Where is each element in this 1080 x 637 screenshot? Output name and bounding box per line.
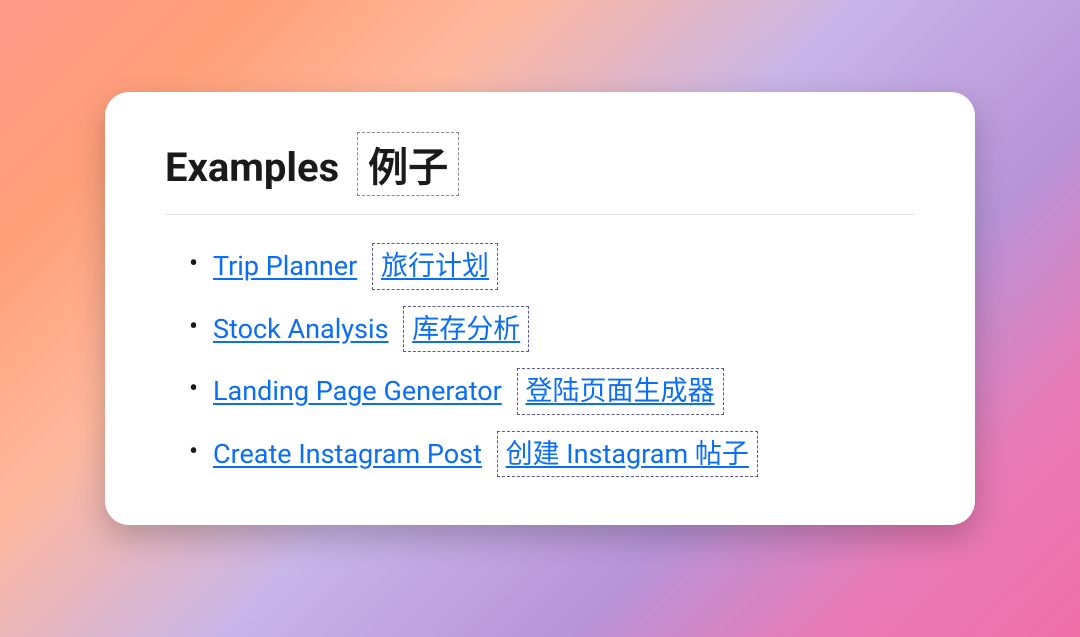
landing-page-generator-link[interactable]: Landing Page Generator — [213, 375, 502, 407]
examples-card: Examples 例子 Trip Planner 旅行计划 Stock Anal… — [105, 92, 975, 525]
trip-planner-translation: 旅行计划 — [372, 243, 498, 290]
examples-list: Trip Planner 旅行计划 Stock Analysis 库存分析 La… — [165, 243, 915, 477]
stock-analysis-translation: 库存分析 — [403, 306, 529, 353]
trip-planner-link[interactable]: Trip Planner — [213, 250, 357, 282]
list-item: Landing Page Generator 登陆页面生成器 — [213, 368, 915, 415]
create-instagram-post-link[interactable]: Create Instagram Post — [213, 438, 482, 470]
create-instagram-post-translation: 创建 Instagram 帖子 — [497, 431, 758, 478]
heading-translation: 例子 — [357, 132, 459, 196]
heading-text: Examples — [165, 144, 339, 191]
list-item: Trip Planner 旅行计划 — [213, 243, 915, 290]
list-item: Create Instagram Post 创建 Instagram 帖子 — [213, 431, 915, 478]
landing-page-generator-translation: 登陆页面生成器 — [517, 368, 724, 415]
stock-analysis-link[interactable]: Stock Analysis — [213, 313, 389, 345]
list-item: Stock Analysis 库存分析 — [213, 306, 915, 353]
examples-heading: Examples 例子 — [165, 132, 915, 215]
